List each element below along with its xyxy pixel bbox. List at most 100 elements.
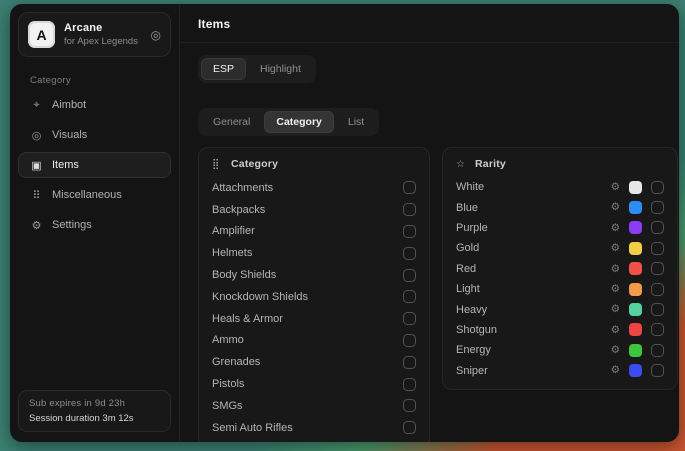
category-label: Ammo — [212, 334, 244, 346]
sidebar-item-miscellaneous[interactable]: ⠿ Miscellaneous — [18, 182, 171, 208]
rarity-label: Blue — [456, 202, 478, 214]
gear-icon[interactable]: ⚙ — [611, 345, 620, 356]
main-panel: Items ESPHighlight GeneralCategoryList ⣿… — [179, 4, 679, 442]
rarity-color-swatch[interactable] — [629, 221, 642, 234]
category-row: Backpacks — [212, 199, 416, 221]
category-checkbox[interactable] — [403, 247, 416, 260]
gear-icon[interactable]: ⚙ — [611, 325, 620, 336]
sidebar-item-label: Visuals — [52, 129, 87, 141]
tab-category[interactable]: Category — [264, 111, 334, 133]
category-checkbox[interactable] — [403, 225, 416, 238]
category-checkbox[interactable] — [403, 378, 416, 391]
gear-icon[interactable]: ⚙ — [611, 304, 620, 315]
app-name: Arcane — [64, 22, 138, 34]
rarity-checkbox[interactable] — [651, 242, 664, 255]
category-label: Semi Auto Rifles — [212, 422, 293, 434]
rarity-color-swatch[interactable] — [629, 242, 642, 255]
sidebar-item-label: Items — [52, 159, 79, 171]
gear-icon[interactable]: ⚙ — [611, 182, 620, 193]
rarity-row: Blue ⚙ — [456, 197, 664, 217]
category-label: Knockdown Shields — [212, 291, 308, 303]
app-window: A Arcane for Apex Legends ◎ Category ⌖ A… — [10, 4, 679, 442]
category-checkbox[interactable] — [403, 421, 416, 434]
tab-bar: GeneralCategoryList — [198, 108, 379, 136]
rarity-color-swatch[interactable] — [629, 344, 642, 357]
rarity-checkbox[interactable] — [651, 283, 664, 296]
gear-icon[interactable]: ⚙ — [611, 365, 620, 376]
rarity-color-swatch[interactable] — [629, 364, 642, 377]
sidebar-nav: ⌖ Aimbot ◎ Visuals ▣ Items ⠿ Miscellaneo… — [18, 92, 171, 238]
category-label: Heals & Armor — [212, 313, 283, 325]
category-checkbox[interactable] — [403, 334, 416, 347]
rarity-row: Heavy ⚙ — [456, 299, 664, 319]
rarity-panel-header: Rarity — [475, 158, 506, 170]
rarity-color-swatch[interactable] — [629, 201, 642, 214]
category-label: Attachments — [212, 182, 273, 194]
category-label: SMGs — [212, 400, 243, 412]
category-checkbox[interactable] — [403, 399, 416, 412]
mode-option-esp[interactable]: ESP — [201, 58, 246, 80]
rarity-color-swatch[interactable] — [629, 181, 642, 194]
category-checkbox[interactable] — [403, 356, 416, 369]
gear-icon: ⚙ — [30, 219, 43, 232]
gear-icon[interactable]: ⚙ — [611, 202, 620, 213]
sidebar-item-settings[interactable]: ⚙ Settings — [18, 212, 171, 238]
rarity-checkbox[interactable] — [651, 323, 664, 336]
sidebar: A Arcane for Apex Legends ◎ Category ⌖ A… — [10, 4, 179, 442]
rarity-row: Purple ⚙ — [456, 218, 664, 238]
rarity-color-swatch[interactable] — [629, 283, 642, 296]
gear-icon[interactable]: ⚙ — [611, 223, 620, 234]
category-row: SMGs — [212, 395, 416, 417]
rarity-panel: ☆ Rarity White ⚙ Blue — [442, 147, 678, 390]
rarity-checkbox[interactable] — [651, 303, 664, 316]
category-checkbox[interactable] — [403, 269, 416, 282]
category-row: Body Shields — [212, 264, 416, 286]
sidebar-item-label: Settings — [52, 219, 92, 231]
tabs-row: GeneralCategoryList — [180, 96, 679, 136]
sidebar-item-items[interactable]: ▣ Items — [18, 152, 171, 178]
rarity-checkbox[interactable] — [651, 262, 664, 275]
target-icon[interactable]: ◎ — [151, 28, 161, 42]
rarity-checkbox[interactable] — [651, 221, 664, 234]
category-row: Pistols — [212, 373, 416, 395]
category-checkbox[interactable] — [403, 203, 416, 216]
rarity-label: Gold — [456, 242, 479, 254]
category-checkbox[interactable] — [403, 181, 416, 194]
mode-toggle: ESPHighlight — [198, 55, 316, 83]
rarity-row: Red ⚙ — [456, 259, 664, 279]
rarity-label: Heavy — [456, 304, 487, 316]
sub-expiry-text: Sub expires in 9d 23h — [29, 398, 160, 409]
sidebar-item-visuals[interactable]: ◎ Visuals — [18, 122, 171, 148]
rarity-label: Light — [456, 283, 480, 295]
app-subtitle: for Apex Legends — [64, 36, 138, 47]
sidebar-section-label: Category — [30, 75, 171, 86]
content-panels: ⣿ Category Attachments Backpacks Amplifi… — [180, 136, 679, 442]
category-row: Grenades — [212, 351, 416, 373]
rarity-checkbox[interactable] — [651, 344, 664, 357]
category-checkbox[interactable] — [403, 290, 416, 303]
gear-icon[interactable]: ⚙ — [611, 243, 620, 254]
rarity-checkbox[interactable] — [651, 181, 664, 194]
category-row: Assault Rifles — [212, 439, 416, 442]
category-label: Grenades — [212, 356, 260, 368]
gear-icon[interactable]: ⚙ — [611, 284, 620, 295]
mode-option-highlight[interactable]: Highlight — [248, 58, 313, 80]
tab-general[interactable]: General — [201, 111, 262, 133]
category-panel-header: Category — [231, 158, 278, 170]
rarity-checkbox[interactable] — [651, 364, 664, 377]
category-row: Heals & Armor — [212, 308, 416, 330]
rarity-color-swatch[interactable] — [629, 303, 642, 316]
rarity-row: White ⚙ — [456, 177, 664, 197]
rarity-label: Shotgun — [456, 324, 497, 336]
category-checkbox[interactable] — [403, 312, 416, 325]
rarity-checkbox[interactable] — [651, 201, 664, 214]
gear-icon[interactable]: ⚙ — [611, 264, 620, 275]
rarity-color-swatch[interactable] — [629, 323, 642, 336]
rarity-label: Sniper — [456, 365, 488, 377]
tab-list[interactable]: List — [336, 111, 376, 133]
rarity-label: Purple — [456, 222, 488, 234]
rarity-color-swatch[interactable] — [629, 262, 642, 275]
category-label: Amplifier — [212, 225, 255, 237]
sidebar-item-aimbot[interactable]: ⌖ Aimbot — [18, 92, 171, 118]
grid-icon: ⠿ — [30, 189, 43, 202]
